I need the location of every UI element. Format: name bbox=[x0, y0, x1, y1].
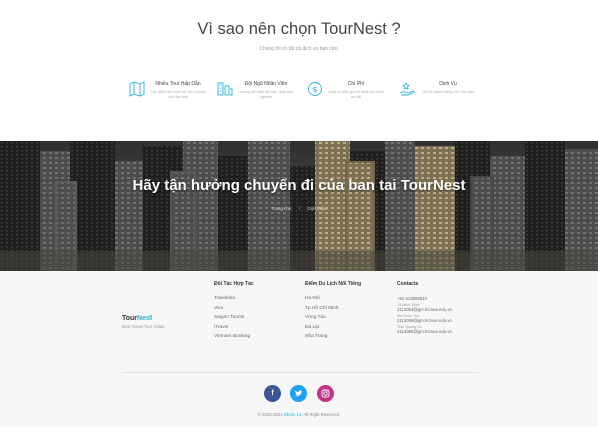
svg-text:$: $ bbox=[312, 85, 317, 94]
brand-name-main: Tour bbox=[122, 315, 138, 322]
footer-brand: TourNest Best Travel Tour Guide bbox=[122, 315, 165, 329]
destination-link[interactable]: Đà Lạt bbox=[305, 325, 361, 335]
feature-title: Nhiều Tour Hấp Dẫn bbox=[155, 81, 201, 87]
feature-title: Chi Phí bbox=[347, 81, 365, 87]
copyright: © 2023-2024 Nhóm 13. All Right Reserved. bbox=[0, 412, 598, 417]
brand-name-accent: Nest bbox=[137, 315, 153, 322]
destination-link[interactable]: Tp.Hồ Chí Minh bbox=[305, 306, 361, 316]
instagram-icon[interactable] bbox=[317, 385, 334, 402]
feature-desc: Luôn có mức giá tốt nhất với nhiều ưu đã… bbox=[328, 90, 384, 99]
feature-desc: Hỗ trợ khách hàng 24/7 chu đáo bbox=[422, 90, 474, 94]
copyright-team-link[interactable]: Nhóm 13 bbox=[284, 412, 301, 417]
hero-banner: Hãy tận hưởng chuyến đi của ban tai Tour… bbox=[0, 141, 598, 271]
twitter-icon[interactable] bbox=[290, 385, 307, 402]
contact-email[interactable]: 2113054@gm.hcmue.edu.vn bbox=[397, 307, 452, 312]
feature-title: Đội Ngũ Nhân Viên bbox=[244, 81, 288, 87]
service-icon bbox=[399, 82, 415, 96]
breadcrumb-home-link[interactable]: Trang chủ bbox=[271, 206, 291, 211]
feature-service: Dịch Vụ Hỗ trợ khách hàng 24/7 chu đáo bbox=[398, 80, 478, 110]
breadcrumb-separator: / bbox=[298, 206, 300, 211]
copyright-post: . All Right Reserved. bbox=[301, 412, 341, 417]
copyright-pre: © 2023-2024 bbox=[257, 412, 284, 417]
feature-price: $ Chi Phí Luôn có mức giá tốt nhất với n… bbox=[306, 80, 386, 110]
instagram-camera-icon bbox=[321, 389, 330, 398]
contacts-column: Contacts +84 213599510 Võ Minh Thịnh 211… bbox=[397, 281, 452, 334]
partners-column: Đối Tác Hợp Tác Traveloka Vivu Saigon To… bbox=[214, 281, 254, 344]
contact-phone[interactable]: +84 213599510 bbox=[397, 296, 452, 301]
partners-title: Đối Tác Hợp Tác bbox=[214, 281, 254, 287]
why-subtitle: Chúng tôi có tất cả dịch vụ bạn cần. bbox=[259, 46, 339, 52]
breadcrumb: Trang chủ / Giới thiệu bbox=[0, 206, 598, 211]
partner-link[interactable]: Vietnam Booking bbox=[214, 334, 254, 344]
destination-link[interactable]: Nha Trang bbox=[305, 334, 361, 344]
twitter-bird-icon bbox=[295, 390, 303, 397]
partner-link[interactable]: Vivu bbox=[214, 306, 254, 316]
feature-desc: Hướng dẫn viên tận tâm, giàu kinh nghiệm bbox=[238, 90, 294, 99]
destination-link[interactable]: Vũng Tàu bbox=[305, 315, 361, 325]
hero-title: Hãy tận hưởng chuyến đi của ban tai Tour… bbox=[132, 177, 466, 194]
destinations-column: Điểm Du Lịch Nổi Tiếng Hà Nội Tp.Hồ Chí … bbox=[305, 281, 361, 344]
destinations-title: Điểm Du Lịch Nổi Tiếng bbox=[305, 281, 362, 287]
partner-link[interactable]: Saigon Tourist bbox=[214, 315, 254, 325]
feature-desc: Các điểm đến mới mẻ, thú vị đang chờ đón… bbox=[150, 90, 206, 99]
contact-email[interactable]: 2113058@gm.hcmue.edu.vn bbox=[397, 318, 452, 323]
feature-title: Dịch Vụ bbox=[439, 81, 457, 87]
partner-link[interactable]: Traveloka bbox=[214, 296, 254, 306]
footer: TourNest Best Travel Tour Guide Đối Tác … bbox=[0, 271, 598, 427]
partner-link[interactable]: iTravel bbox=[214, 325, 254, 335]
features-row: Nhiều Tour Hấp Dẫn Các điểm đến mới mẻ, … bbox=[128, 80, 474, 110]
facebook-icon[interactable]: f bbox=[264, 385, 281, 402]
feature-tours: Nhiều Tour Hấp Dẫn Các điểm đến mới mẻ, … bbox=[128, 80, 208, 110]
team-icon bbox=[217, 82, 233, 96]
brand-logo[interactable]: TourNest bbox=[122, 315, 165, 322]
why-choose-section: Vì sao nên chọn TourNest ? Chúng tôi có … bbox=[0, 0, 598, 141]
feature-staff: Đội Ngũ Nhân Viên Hướng dẫn viên tận tâm… bbox=[216, 80, 296, 110]
destination-link[interactable]: Hà Nội bbox=[305, 296, 361, 306]
contacts-title: Contacts bbox=[397, 281, 419, 287]
map-icon bbox=[129, 81, 145, 97]
footer-divider bbox=[122, 372, 479, 373]
why-title: Vì sao nên chọn TourNest ? bbox=[197, 20, 401, 38]
brand-tagline: Best Travel Tour Guide bbox=[122, 324, 165, 329]
contact-email[interactable]: 2113065@gm.hcmue.edu.vn bbox=[397, 329, 452, 334]
money-icon: $ bbox=[308, 82, 322, 96]
breadcrumb-current: Giới thiệu bbox=[307, 206, 327, 211]
